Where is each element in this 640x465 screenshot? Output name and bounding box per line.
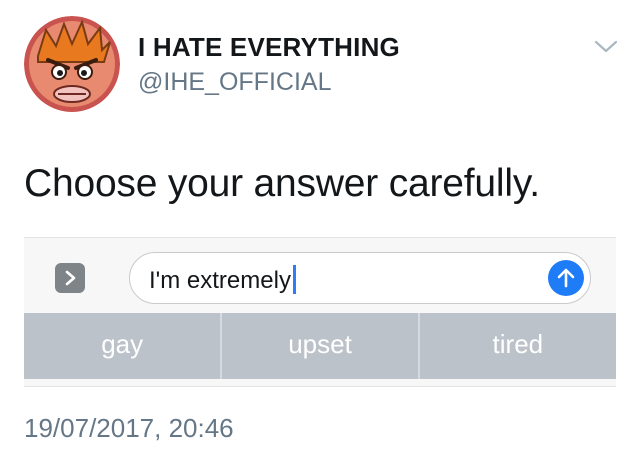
message-input-value: I'm extremely (149, 267, 291, 294)
angry-face-icon (24, 16, 120, 112)
text-caret (292, 265, 296, 294)
chevron-right-icon (65, 270, 76, 286)
suggestion-upset[interactable]: upset (222, 313, 418, 379)
send-button[interactable] (548, 260, 584, 296)
message-input[interactable]: I'm extremely (129, 252, 591, 304)
suggestion-gay[interactable]: gay (24, 313, 220, 379)
tweet-timestamp[interactable]: 19/07/2017, 20:46 (24, 413, 234, 444)
arrow-up-icon (557, 268, 575, 288)
chevron-down-icon[interactable] (593, 38, 619, 56)
profile-avatar[interactable] (24, 16, 120, 112)
expand-apps-button[interactable] (55, 263, 85, 293)
display-name[interactable]: I HATE EVERYTHING (138, 32, 400, 63)
suggestion-tired[interactable]: tired (420, 313, 616, 379)
tweet-text: Choose your answer carefully. (24, 162, 540, 205)
predictive-text-bar: gay upset tired (24, 313, 616, 379)
user-handle[interactable]: @IHE_OFFICIAL (138, 68, 331, 97)
imessage-screenshot: I'm extremely gay upset tired (24, 237, 616, 387)
